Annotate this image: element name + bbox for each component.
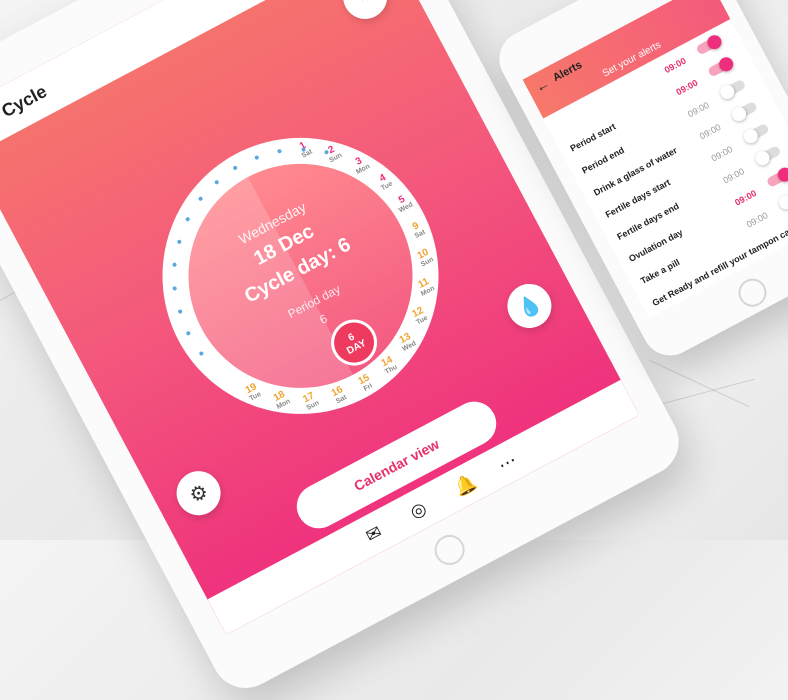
settings-gear-icon[interactable]: ⚙ <box>168 463 229 523</box>
day-marker[interactable]: 2 Sun <box>319 140 349 167</box>
alert-time[interactable]: 09:00 <box>674 78 699 98</box>
alert-toggle[interactable] <box>695 32 724 56</box>
day-dot <box>232 165 239 171</box>
toggle-knob <box>717 82 737 102</box>
day-marker[interactable]: 17 Sun <box>295 387 325 414</box>
more-icon[interactable]: ⋯ <box>495 450 521 477</box>
envelope-icon[interactable]: ✉ <box>362 521 385 547</box>
cycle-wheel[interactable]: Wednesday 18 Dec Cycle day: 6 Period day… <box>113 89 488 463</box>
drop-outline-icon[interactable]: ◎ <box>406 498 430 524</box>
toggle-knob <box>775 165 788 185</box>
alert-time[interactable]: 09:00 <box>663 56 688 76</box>
alert-toggle[interactable] <box>776 189 788 212</box>
today-label: DAY <box>345 337 369 358</box>
day-dot <box>213 179 220 185</box>
alert-toggle[interactable] <box>741 122 770 146</box>
alert-time[interactable]: 09:00 <box>745 210 770 229</box>
day-dot <box>197 196 204 203</box>
day-marker[interactable]: 19 Tue <box>238 378 268 405</box>
toggle-knob <box>704 32 724 52</box>
toggle-knob <box>741 126 761 146</box>
alert-time[interactable]: 09:00 <box>733 188 758 208</box>
page-title: Cycle <box>0 81 51 122</box>
alert-time[interactable]: 09:00 <box>710 144 735 163</box>
baby-icon[interactable]: ◔ <box>335 0 395 27</box>
toggle-knob <box>716 54 736 74</box>
day-dot <box>254 155 260 161</box>
alert-toggle[interactable] <box>717 78 747 102</box>
day-dot <box>176 238 182 245</box>
alert-toggle[interactable] <box>765 165 788 188</box>
alert-toggle[interactable] <box>707 54 736 78</box>
day-marker[interactable]: 12 Tue <box>405 302 435 329</box>
alert-toggle[interactable] <box>753 144 782 168</box>
day-marker[interactable]: 18 Mon <box>266 386 296 413</box>
drop-icon[interactable]: 💧 <box>499 276 560 336</box>
alert-time[interactable]: 09:00 <box>721 166 746 185</box>
day-dot <box>185 216 191 223</box>
toggle-knob <box>753 148 772 168</box>
day-marker[interactable]: 16 Sat <box>324 381 354 408</box>
bell-icon[interactable]: 🔔 <box>451 471 481 500</box>
alert-time[interactable]: 09:00 <box>686 100 711 119</box>
alert-toggle[interactable] <box>729 100 759 124</box>
toggle-knob <box>729 104 749 124</box>
toggle-knob <box>776 192 788 212</box>
alert-time[interactable]: 09:00 <box>698 122 723 141</box>
day-dot <box>276 148 283 155</box>
